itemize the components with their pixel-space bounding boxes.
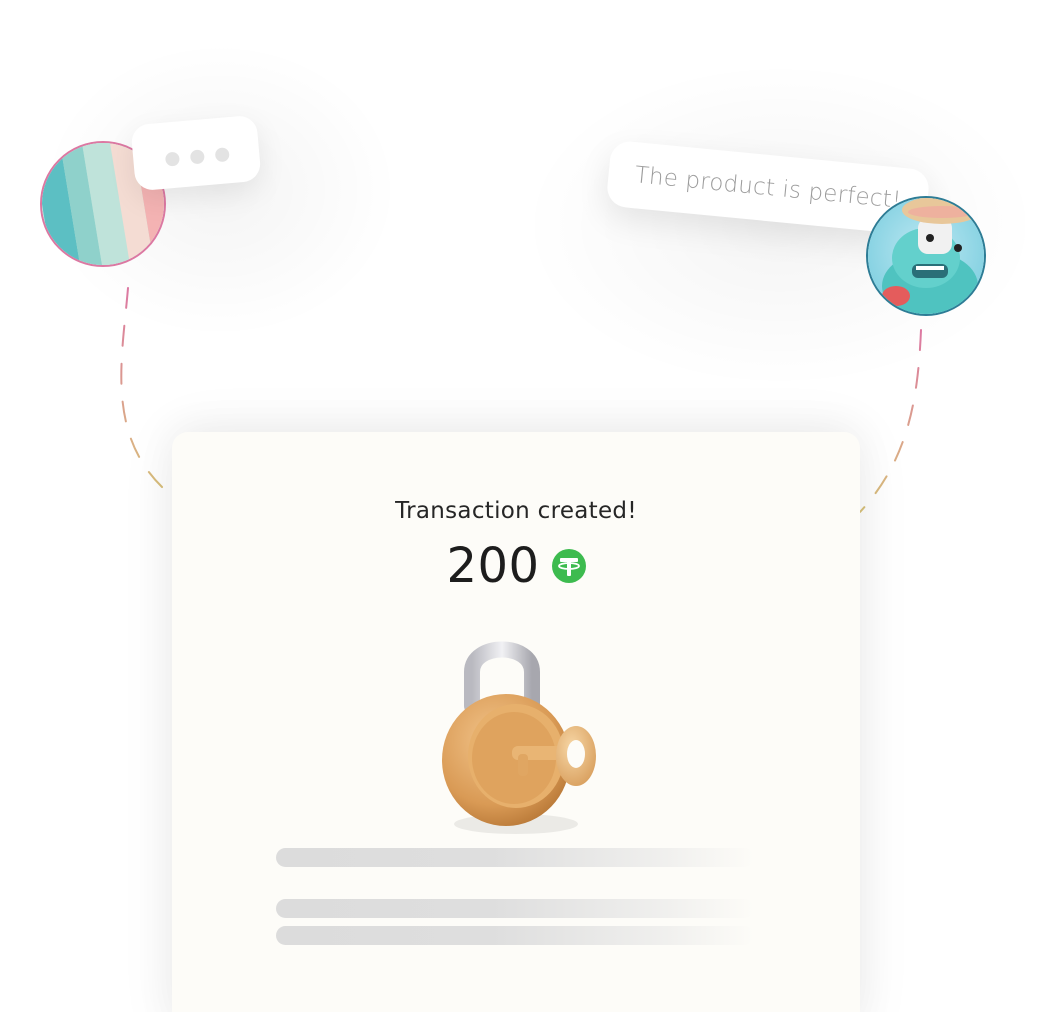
skeleton-line [276,926,754,945]
typing-dot [189,149,205,165]
transaction-amount: 200 [446,538,540,594]
tether-usdt-icon [551,549,586,583]
typing-bubble [130,114,262,192]
illustration-stage: The product is perfect! Transaction crea… [0,0,1059,1012]
typing-dot [214,147,230,163]
padlock-with-key-icon [430,628,606,838]
right-user-avatar [866,196,986,316]
skeleton-line [276,899,754,918]
transaction-card: Transaction created! 200 [172,432,860,1012]
skeleton-line [276,848,754,867]
left-dashed-path [120,287,173,497]
amount-row: 200 [172,538,860,594]
avatar-character-icon [868,198,984,314]
transaction-title: Transaction created! [395,498,637,524]
typing-dot [164,151,181,167]
review-text: The product is perfect! [633,162,903,214]
right-dashed-path [859,329,922,513]
